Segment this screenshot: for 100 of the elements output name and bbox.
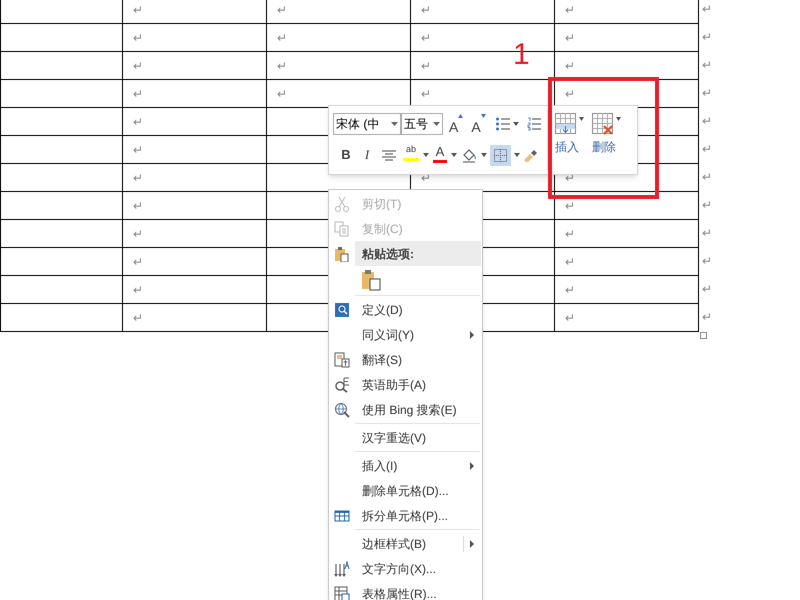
paragraph-mark: ↵ xyxy=(277,30,287,44)
magnifier-letter-icon xyxy=(334,376,350,392)
paragraph-mark: ↵ xyxy=(133,114,143,128)
numbered-list-icon xyxy=(526,117,541,131)
paragraph-mark: ↵ xyxy=(133,142,143,156)
paragraph-mark: ↵ xyxy=(133,310,143,324)
menu-item[interactable]: 使用 Bing 搜索(E) xyxy=(329,397,482,422)
menu-item[interactable]: 汉字重选(V) xyxy=(329,425,482,450)
paragraph-mark: ↵ xyxy=(702,283,712,295)
clipboard-icon xyxy=(361,269,381,291)
font-name: 宋体 (中 xyxy=(336,116,380,133)
paragraph-mark: ↵ xyxy=(277,86,287,100)
paragraph-mark: ↵ xyxy=(133,2,143,16)
scissors-icon xyxy=(334,196,350,212)
paragraph-mark: ↵ xyxy=(133,30,143,44)
paintbrush-icon xyxy=(523,148,537,162)
globe-search-icon xyxy=(334,402,350,418)
caret-icon xyxy=(481,153,487,157)
paragraph-mark: ↵ xyxy=(702,31,712,43)
caret-icon xyxy=(579,117,584,121)
paragraph-mark: ↵ xyxy=(702,87,712,99)
paragraph-mark: ↵ xyxy=(421,58,431,72)
submenu-arrow-icon xyxy=(470,462,474,470)
resize-handle[interactable] xyxy=(700,332,707,339)
arrow-icon xyxy=(458,114,464,118)
paragraph-mark: ↵ xyxy=(277,2,287,16)
menu-item[interactable]: 英语助手(A) xyxy=(329,372,482,397)
highlight-color-bar xyxy=(403,158,419,161)
caret-icon xyxy=(514,153,520,157)
paragraph-mark: ↵ xyxy=(702,227,712,239)
table-insert-icon xyxy=(555,113,577,135)
font-color-button[interactable]: A xyxy=(432,145,448,165)
bulleted-list-icon xyxy=(496,117,510,131)
italic-button[interactable]: I xyxy=(358,145,376,165)
paragraph-mark: ↵ xyxy=(565,30,575,44)
paragraph-mark: ↵ xyxy=(702,59,712,71)
paragraph-mark: ↵ xyxy=(133,198,143,212)
copy-icon xyxy=(334,220,350,236)
caret-icon xyxy=(433,122,440,126)
menu-item[interactable]: 文字方向(X)... xyxy=(329,556,482,581)
menu-item[interactable]: 同义词(Y) xyxy=(329,322,482,347)
paragraph-mark: ↵ xyxy=(133,226,143,240)
paragraph-mark: ↵ xyxy=(133,170,143,184)
shrink-font-button[interactable]: A xyxy=(469,114,488,134)
font-dropdown[interactable]: 宋体 (中 xyxy=(333,113,401,135)
highlight-button[interactable]: ab xyxy=(402,145,420,165)
translate-icon xyxy=(334,352,350,368)
menu-item[interactable]: 边框样式(B) xyxy=(329,531,482,556)
borders-button[interactable] xyxy=(490,144,511,166)
paint-bucket-icon xyxy=(462,148,476,162)
paragraph-mark: ↵ xyxy=(702,255,712,267)
paragraph-mark: ↵ xyxy=(133,58,143,72)
submenu-arrow-icon xyxy=(470,540,474,548)
paragraph-mark: ↵ xyxy=(702,3,712,15)
paragraph-mark: ↵ xyxy=(702,171,712,183)
paragraph-mark: ↵ xyxy=(565,282,575,296)
font-size: 五号 xyxy=(404,116,428,133)
paragraph-mark: ↵ xyxy=(702,199,712,211)
paragraph-mark: ↵ xyxy=(565,58,575,72)
paragraph-mark: ↵ xyxy=(277,58,287,72)
align-center-icon xyxy=(382,150,396,160)
table-delete-icon xyxy=(592,113,614,135)
table-split-icon xyxy=(334,508,350,524)
menu-section-header: 粘贴选项: xyxy=(355,241,481,266)
arrow-icon xyxy=(480,114,486,118)
caret-icon xyxy=(451,153,457,157)
caret-icon xyxy=(512,122,519,126)
paragraph-mark: ↵ xyxy=(133,282,143,296)
paste-option-button[interactable] xyxy=(360,268,382,292)
text-direction-icon xyxy=(334,560,350,576)
caret-icon xyxy=(391,122,398,126)
paragraph-mark: ↵ xyxy=(565,86,575,100)
menu-item[interactable]: 拆分单元格(P)... xyxy=(329,503,482,528)
paragraph-mark: ↵ xyxy=(421,170,431,184)
paragraph-mark: ↵ xyxy=(702,115,712,127)
font-color-bar xyxy=(433,160,447,163)
caret-icon xyxy=(423,153,429,157)
paragraph-mark: ↵ xyxy=(565,226,575,240)
clipboard-icon xyxy=(334,246,350,262)
borders-icon xyxy=(494,148,507,162)
menu-item[interactable]: 删除单元格(D)... xyxy=(329,478,482,503)
caret-icon xyxy=(616,117,621,121)
paragraph-mark: ↵ xyxy=(133,254,143,268)
size-dropdown[interactable]: 五号 xyxy=(401,113,443,135)
paragraph-mark: ↵ xyxy=(702,311,712,323)
bold-button[interactable]: B xyxy=(337,145,355,165)
menu-item[interactable]: 定义(D) xyxy=(329,297,482,322)
menu-item[interactable]: 翻译(S) xyxy=(329,347,482,372)
paragraph-mark: ↵ xyxy=(421,86,431,100)
paragraph-mark: ↵ xyxy=(133,86,143,100)
paragraph-mark: ↵ xyxy=(565,254,575,268)
paragraph-mark: ↵ xyxy=(421,30,431,44)
paragraph-mark: ↵ xyxy=(565,310,575,324)
submenu-arrow-icon xyxy=(470,330,474,338)
menu-item[interactable]: 表格属性(R)... xyxy=(329,581,482,600)
delete-button[interactable]: 删除 xyxy=(592,106,621,174)
menu-item[interactable]: 插入(I) xyxy=(329,453,482,478)
paragraph-mark: ↵ xyxy=(565,198,575,212)
grow-font-button[interactable]: A xyxy=(447,114,466,134)
paragraph-mark: ↵ xyxy=(702,143,712,155)
